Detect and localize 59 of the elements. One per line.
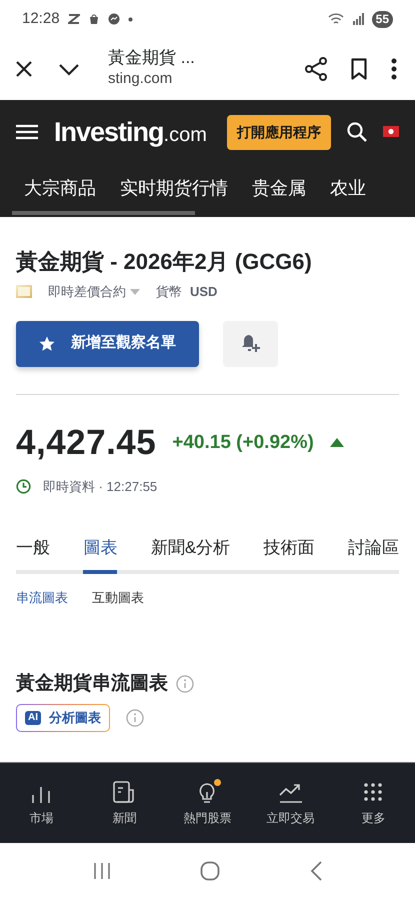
bookmark-icon	[351, 58, 367, 80]
newspaper-icon	[112, 780, 136, 804]
info-icon	[176, 674, 194, 693]
contract-type-dropdown[interactable]: 即時差價合約	[48, 282, 140, 302]
category-link[interactable]: 贵金属	[252, 175, 306, 202]
status-time: 12:28	[22, 8, 60, 29]
clock-icon	[16, 479, 31, 494]
chart-type-tab[interactable]: 互動圖表	[92, 588, 144, 608]
star-icon	[39, 336, 55, 352]
signal-icon	[352, 13, 364, 25]
recents-icon	[92, 862, 111, 880]
section-tab[interactable]: 技術面	[264, 534, 315, 570]
nav-tab[interactable]: 市場	[0, 780, 83, 826]
nav-tab[interactable]: 熱門股票	[166, 780, 249, 826]
flag-icon	[383, 126, 399, 138]
ingot-icon	[16, 285, 32, 298]
notification-icon	[68, 13, 80, 25]
chart-type-tab[interactable]: 串流圖表	[16, 588, 68, 608]
price-change: +40.15 (+0.92%)	[172, 430, 314, 454]
category-link[interactable]: 大宗商品	[24, 175, 96, 202]
messenger-icon	[108, 13, 120, 25]
ai-analysis-button[interactable]: AI 分析圖表	[16, 704, 110, 732]
battery-indicator: 55	[372, 10, 393, 28]
category-link[interactable]: 农业	[330, 175, 366, 202]
nav-tab[interactable]: 立即交易	[249, 780, 332, 826]
menu-icon	[16, 124, 38, 140]
nav-tab[interactable]: 更多	[332, 780, 415, 826]
currency-value: USD	[190, 283, 218, 301]
home-icon	[200, 861, 220, 882]
section-tab[interactable]: 一般	[16, 534, 50, 570]
instrument-title: 黃金期貨 - 2026年2月 (GCG6)	[16, 248, 313, 276]
search-button[interactable]	[347, 120, 367, 144]
back-icon	[310, 861, 322, 882]
bell-plus-icon	[240, 333, 260, 354]
close-icon	[14, 58, 34, 79]
page-title: 黃金期貨 ...	[108, 47, 196, 68]
caret-icon	[130, 288, 140, 295]
data-status: 即時資料 · 12:27:55	[43, 478, 158, 496]
dot-icon	[128, 16, 133, 22]
section-tab[interactable]: 討論區	[348, 534, 399, 570]
currency-label: 貨幣	[156, 283, 182, 301]
info-icon	[126, 708, 144, 727]
section-title: 黃金期貨串流圖表	[16, 672, 168, 696]
create-alert-button[interactable]	[223, 320, 278, 366]
share-icon	[305, 56, 327, 81]
last-price: 4,427.45	[16, 422, 156, 464]
open-app-button[interactable]: 打開應用程序	[226, 114, 331, 150]
search-icon	[347, 122, 367, 142]
site-logo[interactable]: Investing.com	[54, 112, 207, 152]
wifi-icon	[328, 12, 344, 26]
page-url: sting.com	[108, 69, 174, 90]
more-icon	[391, 58, 397, 80]
chevron-down-icon	[58, 62, 80, 76]
bag-icon	[88, 13, 100, 25]
add-to-watchlist-button[interactable]: 新增至觀察名單	[16, 320, 199, 366]
nav-tab[interactable]: 新聞	[83, 780, 166, 826]
ai-badge: AI	[25, 710, 41, 725]
category-link[interactable]: 实时期货行情	[120, 175, 228, 202]
section-tab[interactable]: 新聞&分析	[150, 534, 230, 570]
